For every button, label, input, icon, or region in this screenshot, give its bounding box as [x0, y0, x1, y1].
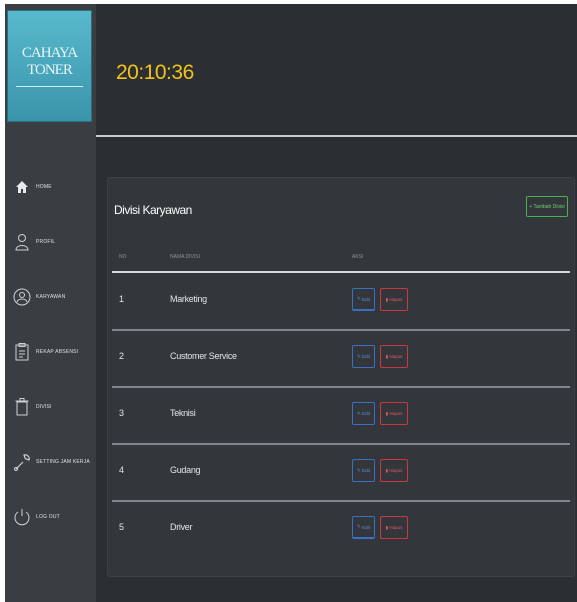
delete-button[interactable]: ▮ Hapus: [380, 459, 408, 482]
sidebar-item-label: HOME: [36, 184, 52, 190]
sidebar-item-logout[interactable]: LOG OUT: [5, 502, 96, 532]
table-header-divider: [112, 271, 570, 273]
edit-label: Edit: [362, 468, 370, 473]
edit-icon: ✎: [357, 524, 361, 529]
row-divisi-name: Customer Service: [170, 351, 237, 361]
sidebar-item-karyawan[interactable]: KARYAWAN: [5, 282, 96, 312]
delete-label: Hapus: [389, 411, 403, 416]
sidebar-item-rekap-absensi[interactable]: REKAP ABSENSI: [5, 337, 96, 367]
delete-button[interactable]: ▮ Hapus: [380, 288, 408, 311]
logo-underline: [16, 86, 83, 87]
trash-icon: ▮: [385, 353, 389, 359]
sidebar: CAHAYA TONER HOME PROFIL KARYAWAN REKAP …: [5, 4, 96, 602]
delete-label: Hapus: [389, 525, 403, 530]
delete-button[interactable]: ▮ Hapus: [380, 516, 408, 539]
table-row: 1 Marketing ✎ Edit ▮ Hapus: [112, 274, 570, 331]
table-row: 5 Driver ✎ Edit ▮ Hapus: [112, 502, 570, 557]
delete-button[interactable]: ▮ Hapus: [380, 345, 408, 368]
row-number: 4: [119, 465, 125, 475]
edit-label: Edit: [362, 354, 370, 359]
delete-label: Hapus: [389, 297, 403, 302]
edit-label: Edit: [362, 411, 370, 416]
edit-icon: ✎: [357, 410, 361, 416]
header-divider: [96, 135, 577, 137]
clock: 20:10:36: [116, 61, 194, 84]
sidebar-item-setting-jam-kerja[interactable]: SETTING JAM KERJA: [5, 447, 96, 477]
app-frame: CAHAYA TONER HOME PROFIL KARYAWAN REKAP …: [5, 4, 577, 602]
sidebar-item-label: REKAP ABSENSI: [36, 349, 79, 355]
row-divisi-name: Marketing: [170, 294, 207, 304]
edit-button[interactable]: ✎ Edit: [352, 345, 375, 368]
clipboard-icon: [11, 341, 33, 363]
trash-icon: ▮: [385, 296, 389, 302]
sidebar-item-label: SETTING JAM KERJA: [36, 459, 90, 465]
column-header-no: NO: [119, 254, 127, 260]
trash-icon: ▮: [385, 410, 389, 416]
page-title: Divisi Karyawan: [114, 203, 192, 217]
table-row: 3 Teknisi ✎ Edit ▮ Hapus: [112, 388, 570, 445]
edit-button[interactable]: ✎ Edit: [352, 402, 375, 425]
row-divisi-name: Gudang: [170, 465, 201, 475]
table-row: 4 Gudang ✎ Edit ▮ Hapus: [112, 445, 570, 502]
row-divisi-name: Driver: [170, 522, 193, 532]
edit-icon: ✎: [357, 353, 361, 359]
table-row: 2 Customer Service ✎ Edit ▮ Hapus: [112, 331, 570, 388]
row-number: 2: [119, 351, 125, 361]
row-number: 1: [119, 294, 125, 304]
column-header-nama-divisi: NAMA DIVISI: [170, 254, 201, 260]
edit-button[interactable]: ✎ Edit: [352, 516, 375, 539]
sidebar-item-label: DIVISI: [36, 404, 52, 410]
row-number: 3: [119, 408, 125, 418]
row-number: 5: [119, 522, 125, 532]
power-icon: [11, 506, 33, 528]
delete-label: Hapus: [389, 468, 403, 473]
logo-text: CAHAYA TONER: [21, 45, 78, 78]
trash-icon: ▮: [385, 524, 389, 530]
edit-icon: ✎: [357, 467, 361, 473]
edit-icon: ✎: [357, 296, 361, 301]
sidebar-item-divisi[interactable]: DIVISI: [5, 392, 96, 422]
sidebar-item-label: PROFIL: [36, 239, 56, 245]
sidebar-item-profil[interactable]: PROFIL: [5, 227, 96, 257]
user-circle-icon: [11, 286, 33, 308]
edit-label: Edit: [362, 524, 370, 530]
sidebar-item-label: LOG OUT: [36, 514, 60, 520]
delete-button[interactable]: ▮ Hapus: [380, 402, 408, 425]
sidebar-item-home[interactable]: HOME: [5, 172, 96, 202]
divisi-card: Divisi Karyawan + Tambah Divisi NO NAMA …: [107, 177, 575, 577]
sidebar-item-label: KARYAWAN: [36, 294, 66, 300]
trash-icon: ▮: [385, 467, 389, 473]
trash-icon: [11, 396, 33, 418]
edit-button[interactable]: ✎ Edit: [352, 459, 375, 482]
user-icon: [11, 231, 33, 253]
logo[interactable]: CAHAYA TONER: [7, 10, 92, 122]
header: 20:10:36: [96, 4, 577, 135]
column-header-aksi: AKSI: [352, 254, 364, 260]
home-icon: [11, 176, 33, 198]
row-divisi-name: Teknisi: [170, 408, 196, 418]
table-header: NO NAMA DIVISI AKSI: [108, 254, 574, 268]
delete-label: Hapus: [389, 354, 403, 359]
wrench-icon: [11, 451, 33, 473]
add-divisi-button[interactable]: + Tambah Divisi: [526, 196, 568, 217]
edit-button[interactable]: ✎ Edit: [352, 288, 375, 311]
edit-label: Edit: [362, 296, 370, 302]
